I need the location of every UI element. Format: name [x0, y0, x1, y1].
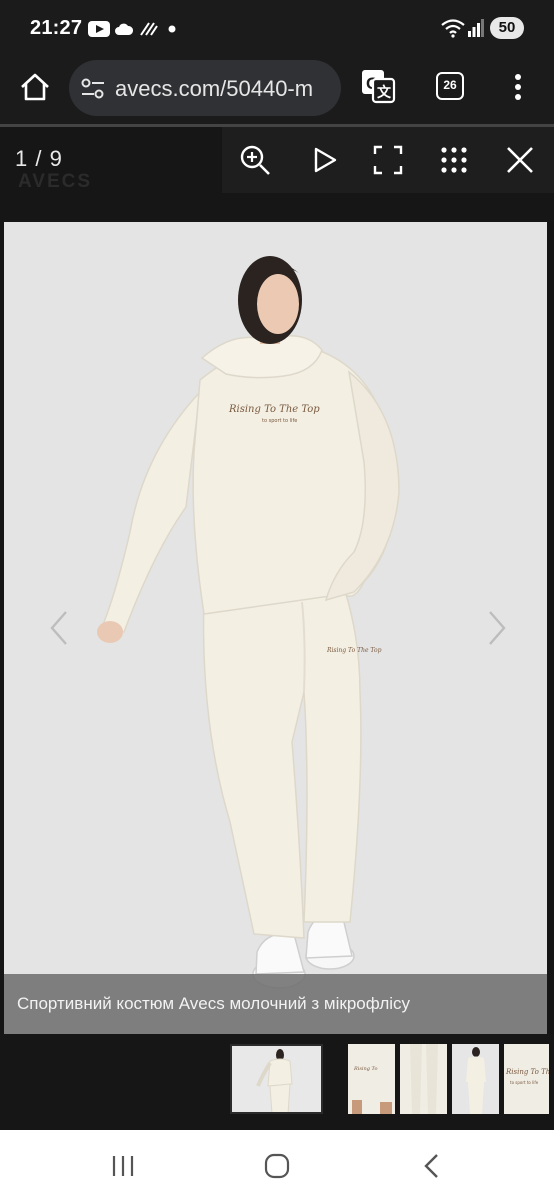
caption-text: Спортивний костюм Avecs молочний з мікро…: [17, 994, 411, 1013]
thumbnail-2[interactable]: Rising To: [348, 1044, 395, 1114]
dot-icon: [168, 25, 176, 33]
thumbnail-image: [452, 1044, 499, 1114]
svg-text:Rising To The: Rising To The: [505, 1068, 549, 1076]
home-icon[interactable]: [18, 70, 52, 104]
status-time: 21:27: [30, 17, 83, 39]
cell-signal-icon: [468, 19, 484, 37]
close-icon[interactable]: [503, 143, 537, 177]
fullscreen-icon[interactable]: [371, 143, 405, 177]
next-arrow-icon[interactable]: [482, 608, 512, 648]
thumbnail-strip: Rising To Rising To The: [0, 1034, 554, 1130]
thumbnail-image: [400, 1044, 447, 1114]
svg-text:Rising To: Rising To: [353, 1066, 378, 1072]
svg-text:to sport to life: to sport to life: [510, 1080, 539, 1085]
youtube-icon: [88, 21, 110, 37]
menu-icon[interactable]: [508, 72, 528, 102]
cloud-icon: [115, 23, 134, 35]
svg-text:文: 文: [377, 84, 392, 100]
background-logo: AVECS: [18, 171, 93, 192]
previous-arrow-icon[interactable]: [44, 608, 74, 648]
play-icon[interactable]: [307, 143, 341, 177]
image-counter: 1 / 9: [15, 146, 63, 171]
gallery-toolbar: AVECS 1 / 9: [0, 127, 554, 222]
site-info-icon[interactable]: [81, 78, 105, 100]
url-text[interactable]: avecs.com/50440-m: [115, 76, 313, 102]
wifi-icon: [441, 19, 465, 38]
back-icon[interactable]: [418, 1152, 448, 1180]
image-caption: Спортивний костюм Avecs молочний з мікро…: [4, 974, 547, 1034]
tabs-icon[interactable]: 26: [436, 72, 464, 100]
status-bar: 21:27 50: [0, 0, 554, 56]
browser-toolbar: avecs.com/50440-m G 文 26: [0, 56, 554, 124]
svg-text:Rising To The Top: Rising To The Top: [326, 647, 382, 654]
translate-icon[interactable]: G 文: [360, 68, 396, 104]
thumbnail-5[interactable]: Rising To The to sport to life: [504, 1044, 549, 1114]
product-image[interactable]: Rising To The Top Rising To The Top to s…: [4, 222, 547, 1034]
system-nav-bar: [0, 1130, 554, 1200]
thumbnail-image: [232, 1046, 321, 1112]
battery-icon: 50: [490, 17, 524, 39]
thumbnail-image: Rising To: [348, 1044, 395, 1114]
thumbnail-4[interactable]: [452, 1044, 499, 1114]
thumbnail-1[interactable]: [230, 1044, 323, 1114]
home-nav-icon[interactable]: [262, 1152, 292, 1180]
thumbnail-image: Rising To The to sport to life: [504, 1044, 549, 1114]
screen: 21:27 50 avecs.com/50440-m 文 26 AVECS 1 …: [0, 0, 554, 1200]
thumbnail-3[interactable]: [400, 1044, 447, 1114]
hoodie-print: Rising To The Top: [228, 404, 320, 415]
product-photo: Rising To The Top Rising To The Top to s…: [97, 256, 400, 989]
zoom-in-icon[interactable]: [238, 143, 272, 177]
recent-apps-icon[interactable]: [108, 1152, 138, 1180]
grid-icon[interactable]: [437, 143, 471, 177]
address-bar[interactable]: avecs.com/50440-m: [69, 60, 341, 116]
signal-icon: [140, 22, 158, 36]
hoodie-subprint: to sport to life: [262, 418, 297, 424]
